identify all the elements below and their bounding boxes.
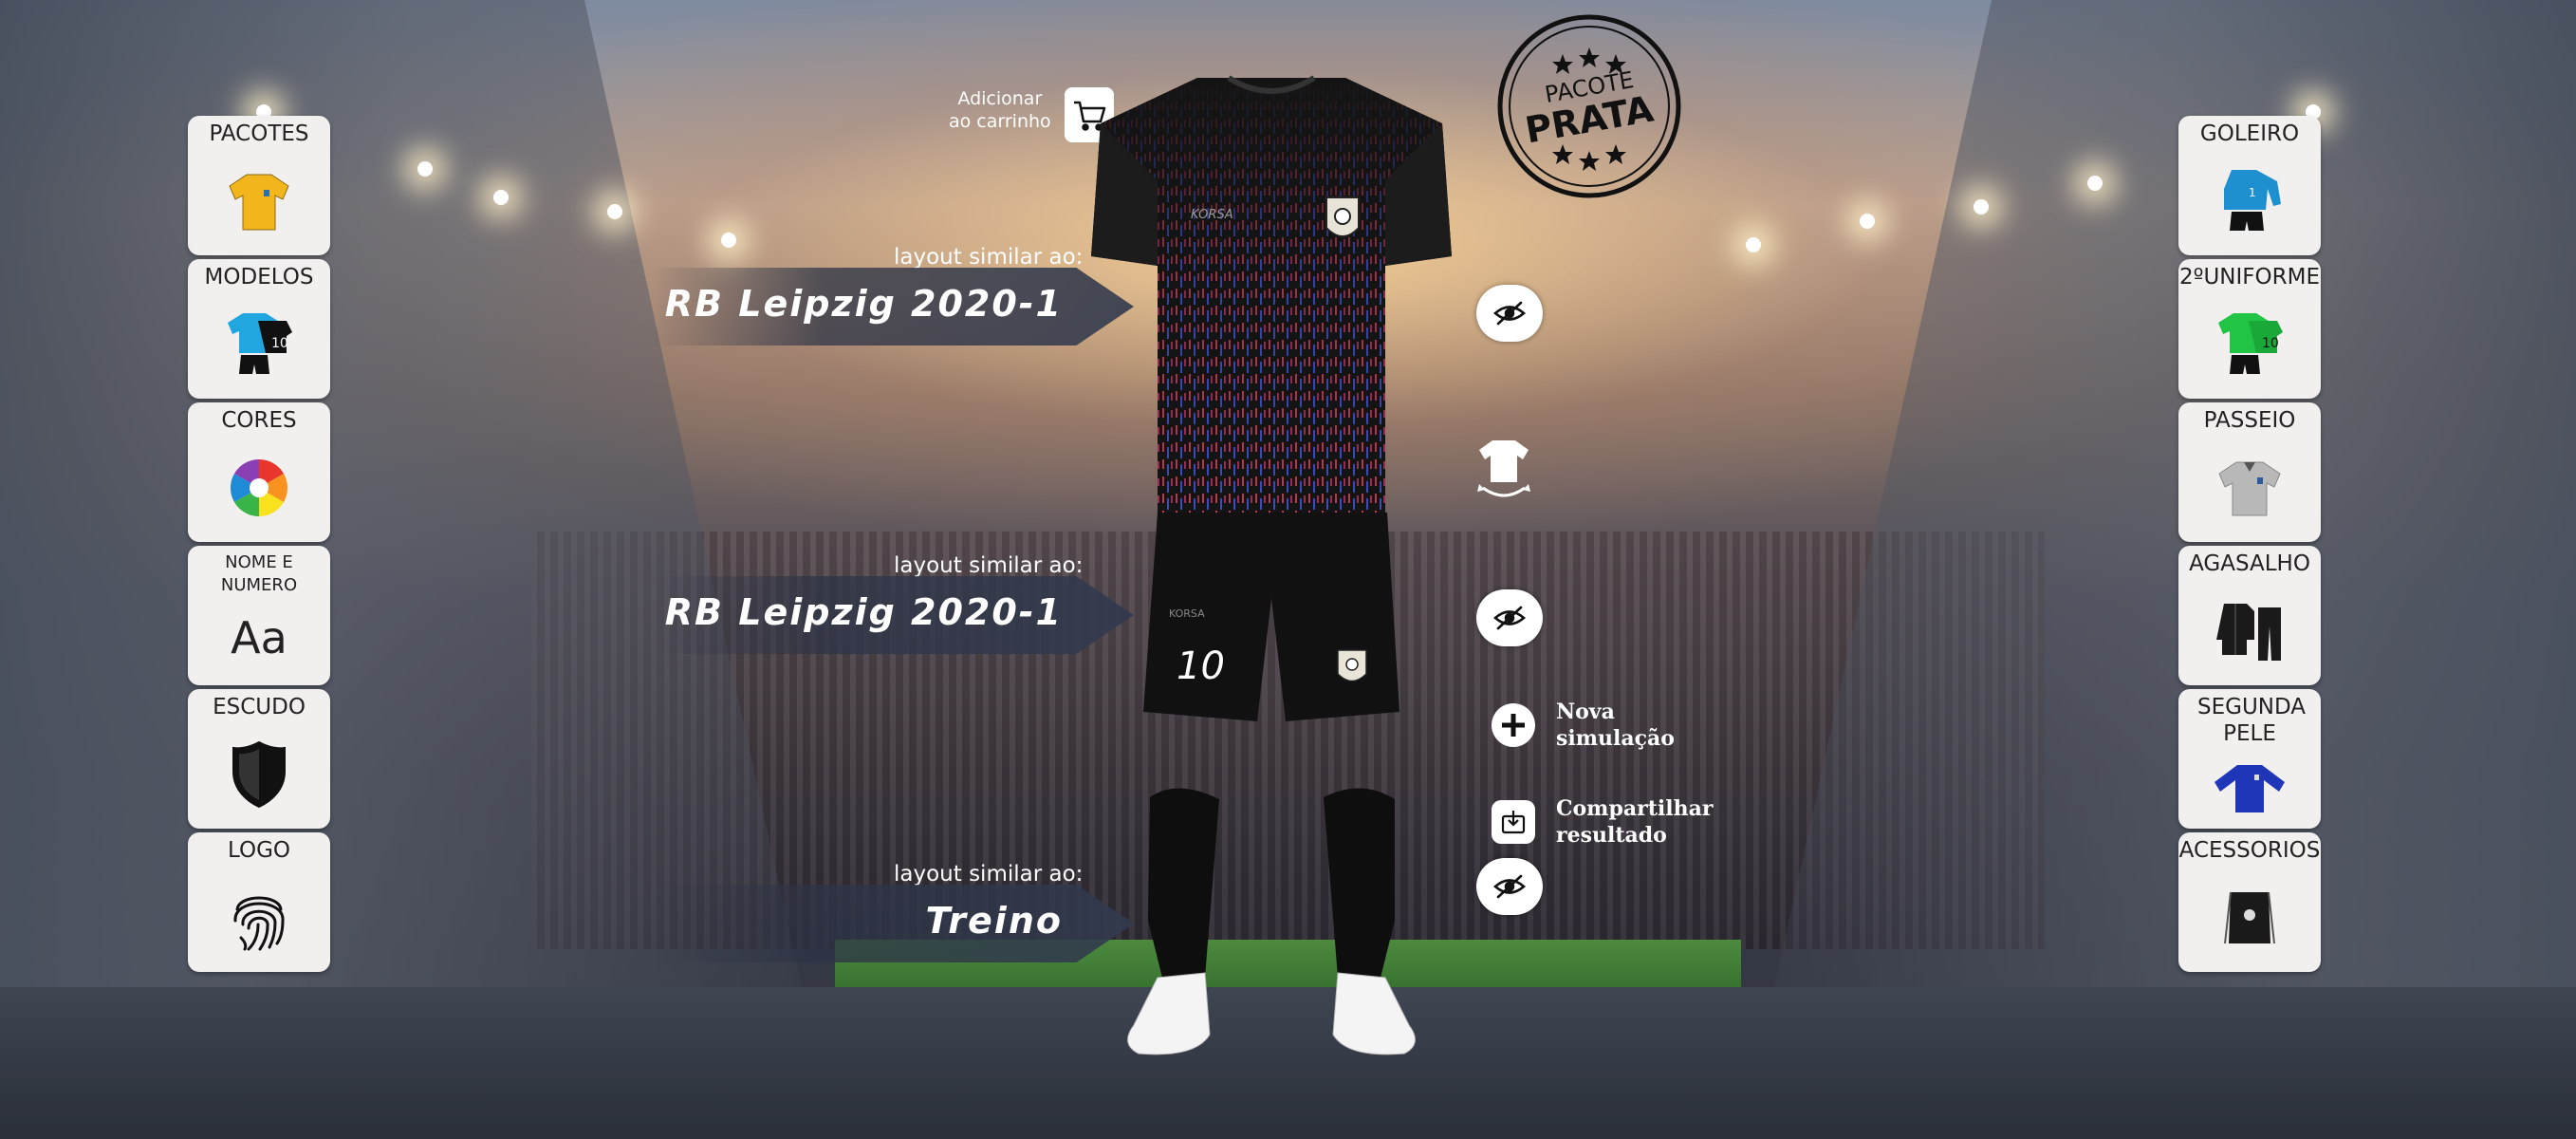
menu-label: PACOTES — [209, 121, 309, 146]
eye-slash-icon — [1493, 606, 1526, 630]
menu-segundo-uniforme[interactable]: 2ºUNIFORME 10 — [2178, 259, 2321, 399]
toggle-shirt-visibility[interactable] — [1476, 285, 1543, 342]
svg-text:10: 10 — [2262, 336, 2279, 351]
menu-agasalho[interactable]: AGASALHO — [2178, 546, 2321, 685]
menu-label: CORES — [221, 408, 297, 433]
left-menu: PACOTES MODELOS 10 CORES NOME E NUMERO A… — [188, 116, 330, 976]
tracksuit-icon — [2215, 578, 2285, 685]
layout-banner-socks: Treino — [655, 885, 1134, 962]
jersey-yellow-icon — [226, 148, 292, 255]
menu-segunda-pele[interactable]: SEGUNDA PELE — [2178, 689, 2321, 829]
rotate-view-button[interactable] — [1475, 437, 1532, 503]
eye-slash-icon — [1493, 874, 1526, 899]
menu-label: GOLEIRO — [2199, 121, 2300, 146]
drawstring-bag-icon — [2223, 865, 2276, 972]
fingerprint-icon — [228, 865, 290, 972]
eye-slash-icon — [1493, 301, 1526, 326]
menu-label: SEGUNDA PELE — [2197, 695, 2307, 746]
menu-label: 2ºUNIFORME — [2179, 265, 2320, 289]
long-sleeve-shirt-icon — [2213, 747, 2287, 829]
new-simulation-button[interactable]: Nova simulação — [1492, 699, 1675, 752]
svg-text:KORSA: KORSA — [1191, 208, 1233, 222]
layout-caption-socks: layout similar ao: — [894, 862, 1084, 887]
shield-icon — [230, 721, 288, 829]
layout-caption-shirt: layout similar ao: — [894, 245, 1084, 270]
layout-banner-shorts: RB Leipzig 2020-1 — [655, 576, 1134, 654]
svg-text:10: 10 — [271, 336, 288, 351]
menu-label: ACESSORIOS — [2178, 838, 2321, 863]
layout-name-shirt: RB Leipzig 2020-1 — [664, 283, 1063, 325]
uniform-preview: KORSA KORSA 10 — [1082, 66, 1461, 1092]
menu-label: MODELOS — [204, 265, 314, 289]
add-to-cart-label[interactable]: Adicionar ao carrinho — [949, 87, 1051, 133]
svg-text:KORSA: KORSA — [1169, 607, 1205, 620]
kit-blue-icon: 10 — [224, 291, 294, 399]
font-aa-icon: Aa — [231, 611, 287, 663]
menu-label: ESCUDO — [213, 695, 306, 719]
svg-text:1: 1 — [2249, 186, 2256, 199]
download-icon — [1492, 800, 1535, 844]
shorts: KORSA 10 — [1143, 513, 1399, 721]
color-wheel-icon — [229, 435, 289, 542]
layout-name-socks: Treino — [925, 900, 1063, 942]
menu-label: LOGO — [227, 838, 291, 863]
shorts-number: 10 — [1177, 644, 1225, 688]
layout-caption-shorts: layout similar ao: — [894, 553, 1084, 578]
socks — [1148, 788, 1395, 997]
menu-pacotes[interactable]: PACOTES — [188, 116, 330, 255]
menu-acessorios[interactable]: ACESSORIOS — [2178, 832, 2321, 972]
share-result-button[interactable]: Compartilhar resultado — [1492, 795, 1713, 849]
menu-modelos[interactable]: MODELOS 10 — [188, 259, 330, 399]
menu-goleiro[interactable]: GOLEIRO 1 — [2178, 116, 2321, 255]
menu-passeio[interactable]: PASSEIO — [2178, 402, 2321, 542]
rotate-shirt-icon — [1477, 440, 1530, 497]
layout-banner-shirt: RB Leipzig 2020-1 — [655, 268, 1134, 345]
goalkeeper-kit-icon: 1 — [2215, 148, 2285, 255]
toggle-socks-visibility[interactable] — [1476, 858, 1543, 915]
toggle-shorts-visibility[interactable] — [1476, 589, 1543, 646]
menu-label: AGASALHO — [2189, 551, 2310, 576]
second-kit-green-icon: 10 — [2215, 291, 2285, 399]
plus-icon — [1492, 703, 1535, 747]
shirt: KORSA — [1091, 75, 1452, 517]
menu-nome-numero[interactable]: NOME E NUMERO Aa — [188, 546, 330, 685]
polo-shirt-icon — [2215, 435, 2284, 542]
menu-escudo[interactable]: ESCUDO — [188, 689, 330, 829]
menu-cores[interactable]: CORES — [188, 402, 330, 542]
package-stamp: PACOTE PRATA — [1494, 11, 1684, 201]
boots — [1127, 972, 1416, 1055]
menu-label: PASSEIO — [2203, 408, 2296, 433]
layout-name-shorts: RB Leipzig 2020-1 — [664, 591, 1063, 633]
menu-logo[interactable]: LOGO — [188, 832, 330, 972]
right-menu: GOLEIRO 1 2ºUNIFORME 10 PASSEIO AGASALHO… — [2178, 116, 2321, 976]
